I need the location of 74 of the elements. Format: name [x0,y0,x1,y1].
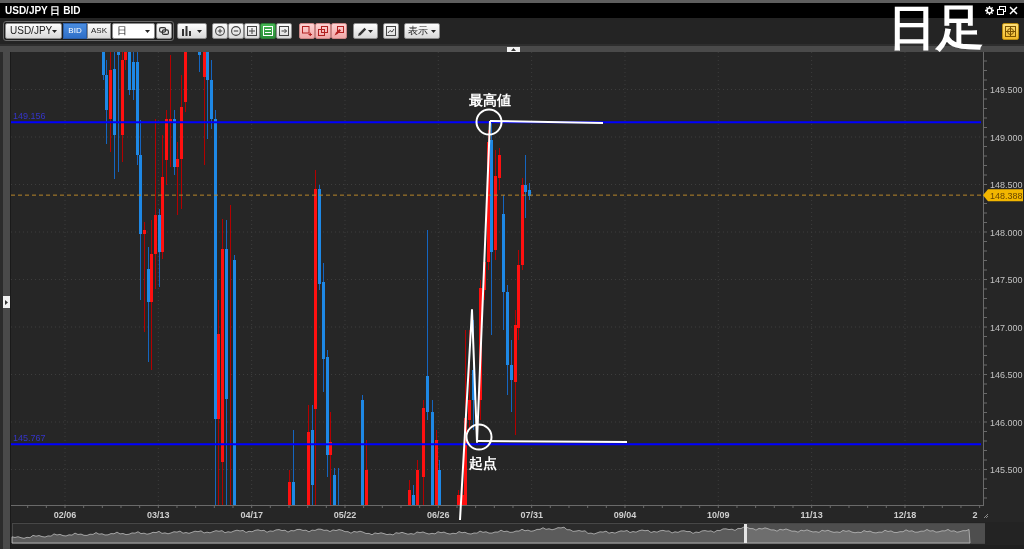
price-axis-label: 148.500 [990,180,1023,190]
price-axis-label: 147.000 [990,322,1023,333]
price-type-button[interactable]: ASK [87,23,111,39]
date-axis-label: 12/18 [893,510,917,520]
price-axis-label: 149.500 [990,85,1023,95]
date-axis-label: 03/13 [147,510,170,520]
crosshair-icon [1005,25,1016,37]
caret-icon [5,299,8,305]
close-icon[interactable] [1009,6,1018,15]
split-view-icon [247,26,257,36]
caret-icon [145,29,150,33]
current-price-tag: 148.388 [983,189,1023,202]
caret-icon [52,29,58,33]
caret-icon [431,29,436,33]
link-icon [159,27,169,35]
navigator-window[interactable] [746,524,985,543]
window-title: USD/JPY 日 BID [5,4,81,17]
view-tool-button[interactable] [244,23,260,39]
price-axis-label: 145.500 [990,465,1023,475]
overlay-caption: 日足 [888,3,984,51]
caret-icon [368,29,373,33]
price-axis-label: 146.000 [990,417,1023,428]
collapse-handle[interactable] [507,46,520,52]
expand-handle[interactable] [3,296,10,308]
highlight-circle [475,108,503,136]
caret-icon [197,29,202,33]
navigator-handle[interactable] [744,524,747,543]
view-tool-button[interactable] [212,23,228,39]
date-axis-label: 06/26 [427,510,450,520]
date-axis-label: 10/09 [707,510,730,520]
date-axis-label: 09/04 [613,510,637,520]
add-shape-icon [302,26,312,36]
display-dropdown[interactable]: 表示 [404,23,440,39]
view-tool-button[interactable] [260,23,276,39]
zoom-in-icon [215,26,225,36]
annotation-label: 起点 [469,455,497,471]
price-axis-label: 147.500 [990,275,1023,285]
date-axis-label: 02/06 [53,510,77,520]
date-axis-label: 04/17 [240,510,263,520]
highlight-circle [465,423,493,451]
pen-dropdown[interactable] [353,23,378,39]
link-button[interactable] [156,23,172,39]
price-axis-label: 146.500 [990,370,1023,380]
date-axis-label: 11/13 [800,510,823,520]
pen-icon [358,26,367,36]
timeframe-dropdown[interactable]: 日 [112,23,155,39]
view-tool-button[interactable] [276,23,292,39]
zoom-out-icon [231,26,241,36]
level-line-label: 149.156 [13,111,46,122]
arrow-box-icon [279,26,289,36]
date-axis-label: 07/31 [520,510,543,520]
date-axis-label: 05/22 [333,510,357,520]
copy-shape-icon [318,26,328,36]
price-axis-label: 149.000 [990,132,1023,143]
view-tool-button[interactable] [228,23,244,39]
bar-chart-icon [182,26,191,36]
layout-button[interactable] [1002,22,1019,40]
brush-icon [334,26,344,36]
level-line-label: 145.767 [13,433,46,444]
price-type-button[interactable]: BID [63,23,87,39]
drawing-tool-button[interactable] [315,23,331,39]
chart-window-button[interactable] [383,23,399,39]
restore-icon[interactable] [997,6,1006,15]
price-axis-label: 148.000 [990,227,1023,238]
chart-window-icon [386,26,396,36]
drawing-tool-button[interactable] [299,23,315,39]
settings-icon[interactable] [985,6,994,15]
chart-type-dropdown[interactable] [177,23,207,39]
panel-icon [263,26,273,36]
resize-grip-icon [983,513,989,519]
date-axis-label: 2 [972,510,978,520]
drawing-tool-button[interactable] [331,23,347,39]
annotation-label: 最高値 [469,92,511,108]
symbol-dropdown[interactable]: USD/JPY [5,23,62,39]
